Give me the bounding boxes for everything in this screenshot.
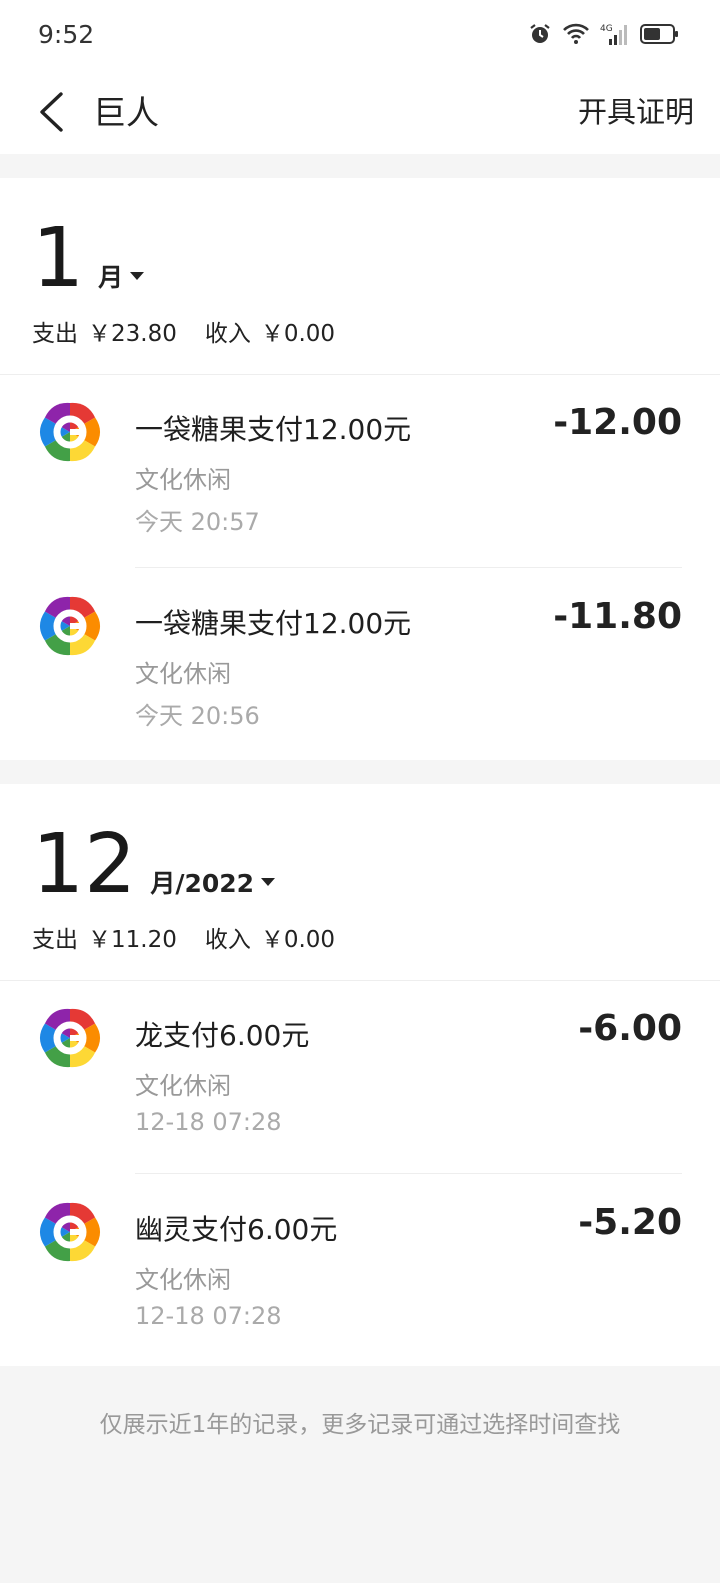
- month-dropdown[interactable]: 月/2022: [150, 864, 276, 900]
- page-title: 巨人: [93, 93, 159, 132]
- transaction-category: 文化休闲: [135, 1266, 231, 1294]
- income-value: ￥0.00: [260, 321, 336, 347]
- battery-icon: [640, 24, 678, 44]
- month-selector[interactable]: 12 月/2022: [32, 817, 276, 912]
- transaction-category: 文化休闲: [135, 466, 231, 494]
- income-summary: 收入 ￥0.00: [205, 314, 335, 348]
- back-arrow-icon: [40, 92, 63, 132]
- month-summary: 支出 ￥11.20 收入 ￥0.00: [32, 920, 335, 954]
- merchant-logo-icon: [39, 596, 101, 656]
- transaction-amount: -6.00: [578, 1008, 682, 1049]
- transaction-time: 12-18 07:28: [135, 1108, 282, 1136]
- status-time: 9:52: [38, 20, 95, 49]
- expense-summary: 支出 ￥23.80: [32, 314, 177, 348]
- transaction-title: 龙支付6.00元: [135, 1019, 310, 1052]
- logo-bar: [70, 623, 86, 629]
- transaction-title: 一袋糖果支付12.00元: [135, 607, 412, 640]
- income-value: ￥0.00: [260, 927, 336, 953]
- expense-value: ￥11.20: [88, 927, 177, 953]
- transaction-row[interactable]: 一袋糖果支付12.00元 文化休闲 今天 20:57 -12.00: [0, 374, 720, 568]
- transaction-row[interactable]: 幽灵支付6.00元 文化休闲 12-18 07:28 -5.20: [0, 1174, 720, 1368]
- transaction-time: 今天 20:56: [135, 702, 260, 730]
- transaction-time: 12-18 07:28: [135, 1302, 282, 1330]
- status-bar: 9:52 4G: [0, 0, 720, 72]
- month-number: 1: [32, 211, 85, 306]
- month-unit-label: 月: [98, 263, 124, 292]
- merchant-logo-icon: [39, 1008, 101, 1068]
- alarm-icon: [530, 24, 550, 43]
- month-selector[interactable]: 1 月: [32, 211, 145, 306]
- dropdown-caret-icon: [261, 878, 276, 886]
- issue-certificate-button[interactable]: 开具证明: [578, 89, 694, 131]
- transaction-amount: -5.20: [578, 1202, 682, 1243]
- month-dropdown[interactable]: 月: [98, 258, 145, 294]
- transaction-title: 一袋糖果支付12.00元: [135, 413, 412, 446]
- logo-bar: [70, 429, 86, 435]
- income-label: 收入: [204, 927, 251, 953]
- month-number: 12: [32, 817, 137, 912]
- transaction-amount: -11.80: [553, 596, 682, 637]
- transaction-category: 文化休闲: [135, 660, 231, 688]
- merchant-logo-icon: [39, 1202, 101, 1262]
- merchant-logo-icon: [39, 402, 101, 462]
- back-button[interactable]: [26, 82, 76, 142]
- transaction-row[interactable]: 一袋糖果支付12.00元 文化休闲 今天 20:56 -11.80: [0, 568, 720, 762]
- network-label: 4G: [600, 24, 613, 34]
- nav-bar: 巨人 开具证明: [0, 72, 720, 154]
- transaction-category: 文化休闲: [135, 1072, 231, 1100]
- expense-label: 支出: [32, 321, 78, 347]
- footer-note: 仅展示近1年的记录，更多记录可通过选择时间查找: [99, 1412, 621, 1438]
- dropdown-caret-icon: [130, 272, 145, 280]
- month-summary: 支出 ￥23.80 收入 ￥0.00: [32, 314, 335, 348]
- month-section-2: 12 月/2022 支出 ￥11.20 收入 ￥0.00 龙支付6.00元 文化…: [0, 784, 720, 1366]
- month-section-1: 1 月 支出 ￥23.80 收入 ￥0.00 一袋糖果支付12.00元 文化休闲…: [0, 178, 720, 760]
- status-icons: 4G: [528, 22, 680, 46]
- transaction-amount: -12.00: [553, 402, 682, 443]
- expense-value: ￥23.80: [88, 321, 177, 347]
- wifi-icon: [563, 23, 589, 44]
- expense-label: 支出: [32, 927, 78, 953]
- income-summary: 收入 ￥0.00: [205, 920, 335, 954]
- transaction-title: 幽灵支付6.00元: [135, 1213, 338, 1246]
- month-unit-label: 月/2022: [150, 869, 255, 898]
- logo-bar: [70, 1229, 86, 1235]
- income-label: 收入: [204, 321, 251, 347]
- expense-summary: 支出 ￥11.20: [32, 920, 177, 954]
- transaction-time: 今天 20:57: [135, 508, 260, 536]
- signal-icon: 4G: [600, 24, 627, 45]
- transaction-row[interactable]: 龙支付6.00元 文化休闲 12-18 07:28 -6.00: [0, 980, 720, 1174]
- logo-bar: [70, 1035, 86, 1041]
